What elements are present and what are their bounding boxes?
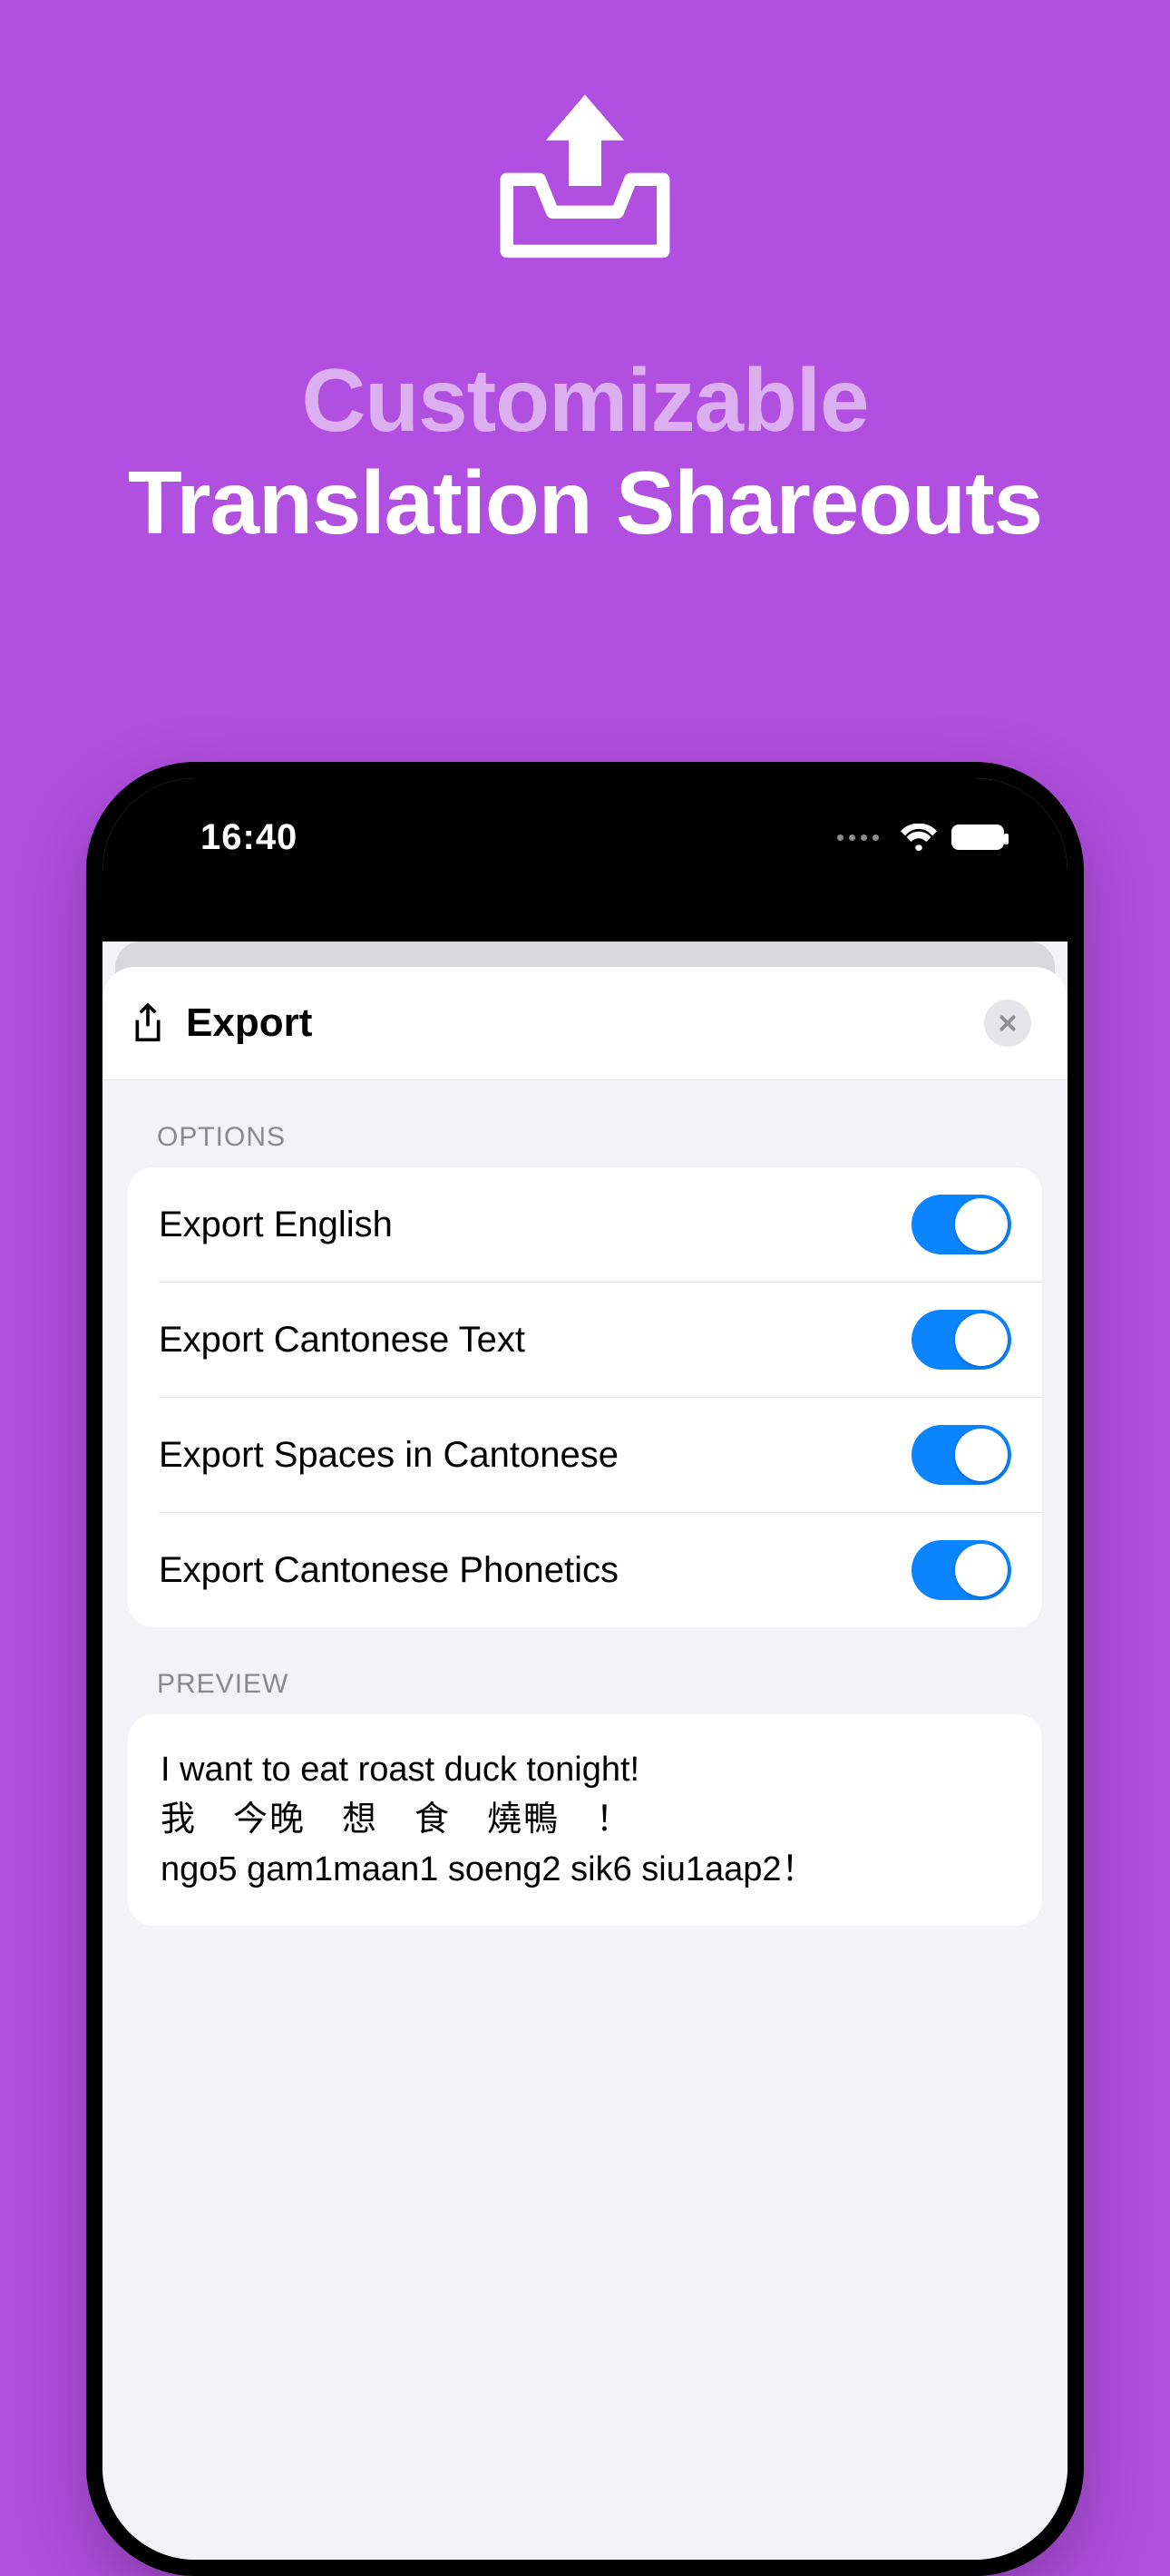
battery-icon [951,825,1004,850]
option-label: Export Cantonese Text [159,1320,525,1361]
preview-phonetics: ngo5 gam1maan1 soeng2 sik6 siu1aap2！ [161,1845,1009,1895]
export-tray-icon [481,82,689,295]
sheet-header: Export [102,967,1068,1080]
toggle-export-phonetics[interactable] [912,1540,1011,1600]
hero-title-line1: Customizable [0,349,1170,452]
options-section-label: OPTIONS [102,1080,1068,1167]
option-label: Export Cantonese Phonetics [159,1550,619,1591]
preview-card: I want to eat roast duck tonight! 我 今晚 想… [128,1714,1042,1926]
preview-english: I want to eat roast duck tonight! [161,1745,1009,1795]
phone-screen: 16:40 Export [102,778,1068,2560]
cellular-dots-icon [837,834,879,841]
status-time: 16:40 [200,817,297,858]
option-label: Export English [159,1205,393,1245]
status-bar: 16:40 [102,778,1068,942]
toggle-export-spaces[interactable] [912,1425,1011,1485]
option-row-export-spaces: Export Spaces in Cantonese [159,1397,1042,1512]
option-row-export-cantonese-text: Export Cantonese Text [159,1282,1042,1397]
export-sheet: Export OPTIONS Export English Export Can… [102,967,1068,2560]
sheet-title: Export [186,1000,312,1046]
share-icon [130,1001,166,1045]
preview-section-label: PREVIEW [102,1627,1068,1714]
preview-cantonese: 我 今晚 想 食 燒鴨 ！ [161,1795,1009,1845]
hero-title-line2: Translation Shareouts [0,452,1170,554]
options-card: Export English Export Cantonese Text Exp… [128,1167,1042,1627]
option-row-export-english: Export English [128,1167,1042,1282]
wifi-icon [901,824,937,851]
status-indicators [837,824,1004,851]
option-row-export-phonetics: Export Cantonese Phonetics [159,1512,1042,1627]
close-icon [998,1013,1018,1033]
toggle-export-english[interactable] [912,1195,1011,1254]
phone-frame: 16:40 Export [86,762,1084,2576]
toggle-export-cantonese-text[interactable] [912,1310,1011,1370]
option-label: Export Spaces in Cantonese [159,1435,619,1476]
hero-section: Customizable Translation Shareouts [0,0,1170,554]
close-button[interactable] [984,1000,1031,1047]
